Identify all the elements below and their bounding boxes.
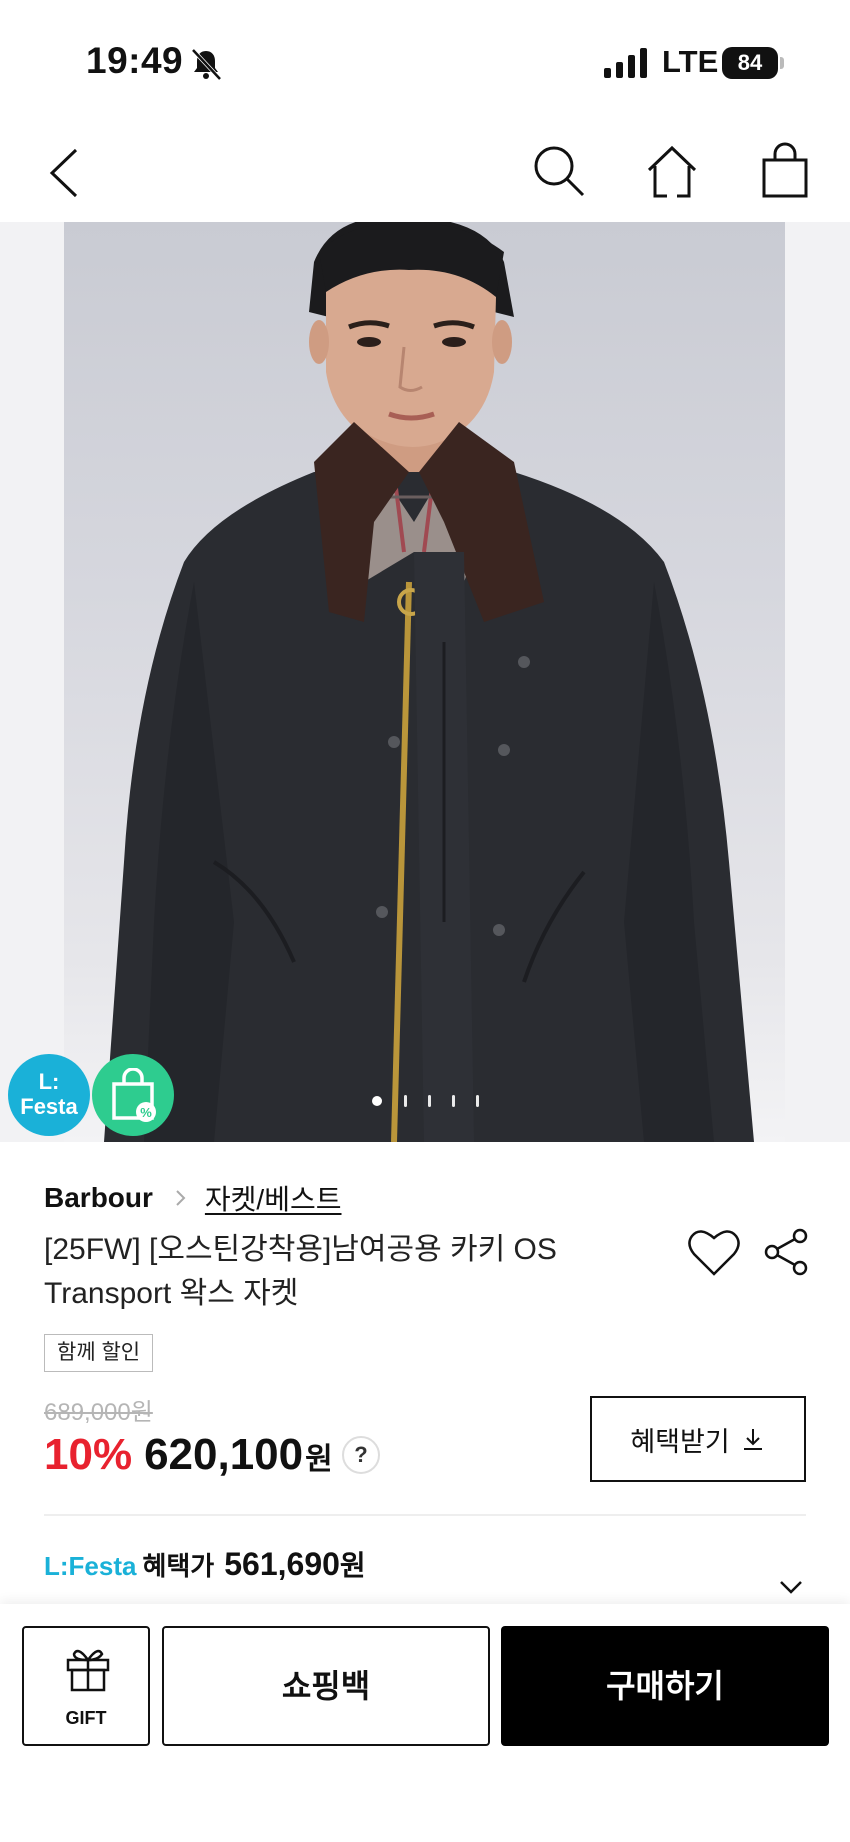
battery-cap <box>780 57 784 69</box>
chevron-down-icon[interactable] <box>776 1572 806 1602</box>
buy-now-button[interactable]: 구매하기 <box>501 1626 829 1746</box>
share-icon[interactable] <box>760 1226 812 1278</box>
festa-logo: L:Festa <box>44 1551 137 1581</box>
carousel-dot[interactable] <box>452 1095 455 1107</box>
bell-slash-icon <box>191 48 222 81</box>
gift-icon <box>66 1649 110 1692</box>
original-price: 689,000원 <box>44 1399 153 1426</box>
signal-icon <box>604 48 647 78</box>
carousel-dot[interactable] <box>404 1095 407 1107</box>
heart-icon[interactable] <box>686 1226 742 1278</box>
search-icon[interactable] <box>528 140 590 202</box>
add-to-cart-button[interactable]: 쇼핑백 <box>162 1626 490 1746</box>
svg-text:%: % <box>140 1105 152 1120</box>
get-benefit-label: 혜택받기 <box>630 1426 730 1457</box>
status-time: 19:49 <box>86 40 184 81</box>
product-photo-illustration <box>104 222 754 1142</box>
carousel-dot[interactable] <box>476 1095 479 1107</box>
chevron-right-icon <box>176 1190 186 1206</box>
carousel-dot[interactable] <box>428 1095 431 1107</box>
bottom-action-bar: GIFT 쇼핑백 구매하기 <box>0 1604 850 1842</box>
download-icon <box>743 1429 762 1450</box>
carousel-indicator <box>368 1093 488 1113</box>
section-divider <box>44 1514 806 1516</box>
festa-label: 혜택가 <box>142 1551 215 1581</box>
festa-price: 561,690 <box>224 1546 340 1582</box>
image-side-right <box>785 222 850 1142</box>
sale-price: 620,100 <box>144 1430 304 1479</box>
discount-rate: 10% <box>44 1430 133 1479</box>
shopping-bag-icon[interactable] <box>754 140 816 202</box>
status-bar: 19:49 LTE 84 <box>0 0 850 120</box>
festa-benefit-price: L:Festa 혜택가 561,690 원 <box>44 1544 366 1588</box>
festa-badge[interactable]: L: Festa <box>8 1054 90 1136</box>
currency-unit: 원 <box>305 1443 333 1476</box>
carousel-dot-active[interactable] <box>372 1096 382 1106</box>
get-benefit-button[interactable]: 혜택받기 <box>590 1396 806 1482</box>
category-link[interactable]: 자켓/베스트 <box>205 1178 342 1218</box>
coupon-bag-icon[interactable]: % <box>92 1054 174 1136</box>
bundle-discount-badge: 함께 할인 <box>44 1334 154 1372</box>
battery-level: 84 <box>722 47 778 79</box>
battery-indicator: 84 <box>722 47 784 79</box>
brand-name[interactable]: Barbour <box>44 1182 153 1214</box>
image-side-left <box>0 222 64 1142</box>
brand-breadcrumb: Barbour 자켓/베스트 <box>44 1178 342 1218</box>
festa-currency-unit: 원 <box>339 1550 366 1581</box>
product-title: [25FW] [오스틴강착용]남여공용 카키 OS Transport 왁스 자… <box>44 1233 557 1310</box>
price-row: 10% 620,100 원 <box>44 1430 333 1486</box>
network-label: LTE <box>662 44 719 79</box>
price-help-icon[interactable]: ? <box>342 1436 380 1474</box>
gift-label: GIFT <box>65 1708 107 1728</box>
top-nav <box>0 120 850 222</box>
product-image[interactable] <box>64 222 785 1142</box>
home-icon[interactable] <box>641 140 703 202</box>
back-icon[interactable] <box>36 140 98 202</box>
gift-button[interactable]: GIFT <box>22 1626 150 1746</box>
